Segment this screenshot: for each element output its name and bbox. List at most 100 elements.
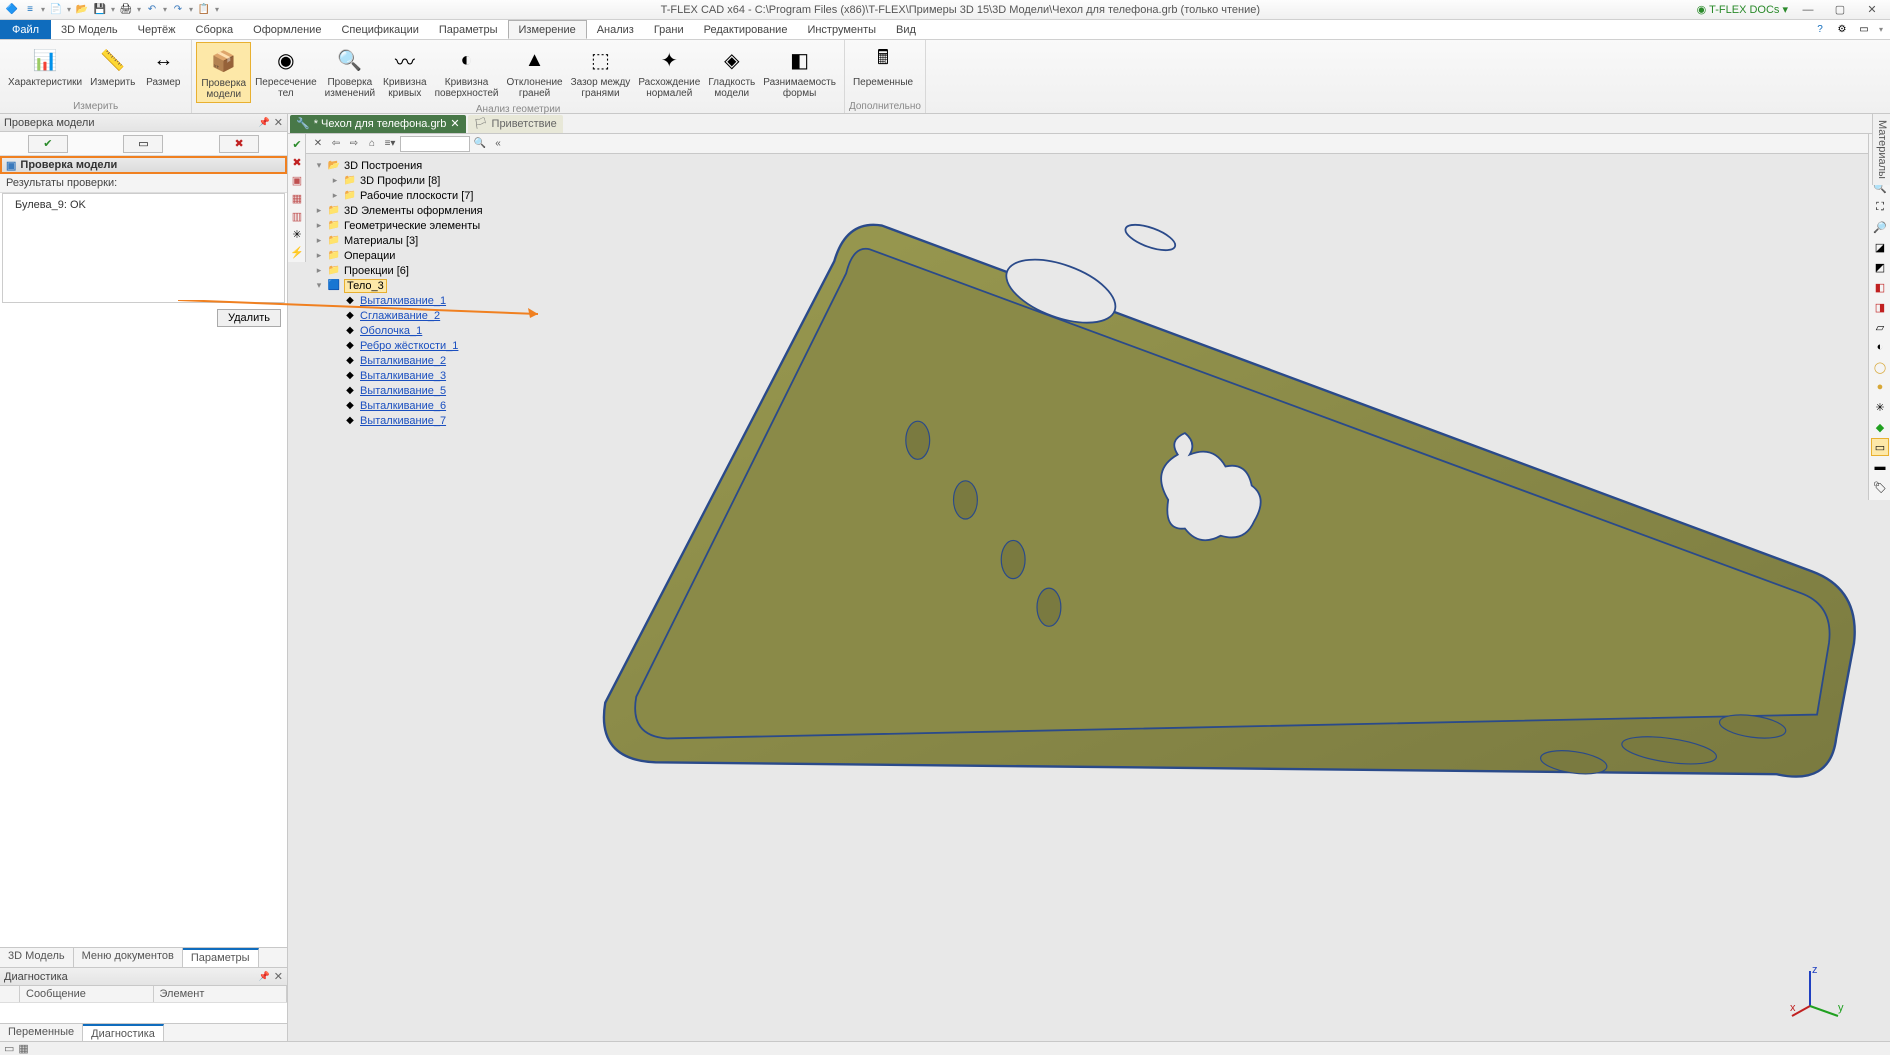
ribbon-Расхождение-нормалей[interactable]: ✦Расхождениенормалей <box>634 42 704 103</box>
search-input[interactable] <box>400 136 470 152</box>
menu-tab-4[interactable]: Спецификации <box>331 20 428 39</box>
redo-icon[interactable]: ↷ <box>170 2 186 18</box>
section-icon[interactable]: ◐ <box>1871 338 1889 356</box>
results-list[interactable]: Булева_9: OK <box>2 193 285 303</box>
doc-tab-1[interactable]: 🏳 Приветствие <box>468 115 563 133</box>
axis-triad[interactable]: z x y <box>1790 961 1850 1021</box>
box-icon[interactable]: ▣ <box>289 172 305 188</box>
close-icon[interactable]: ✕ <box>310 136 326 152</box>
tree-item[interactable]: ▸📁Геометрические элементы <box>310 218 522 233</box>
cube1-icon[interactable]: ◧ <box>1871 278 1889 296</box>
ribbon-Размер[interactable]: ↔Размер <box>139 42 187 100</box>
maximize-icon[interactable]: ▢ <box>1828 1 1852 19</box>
tree-item[interactable]: ◆Выталкивание_6 <box>310 398 522 413</box>
tree-item[interactable]: ▸📁3D Профили [8] <box>310 173 522 188</box>
preview-button[interactable]: ▭ <box>123 135 163 153</box>
ribbon-Отклонение-граней[interactable]: ▲Отклонениеграней <box>502 42 566 103</box>
open-icon[interactable]: 📂 <box>74 2 90 18</box>
tree-item[interactable]: ▸📁Рабочие плоскости [7] <box>310 188 522 203</box>
ribbon-Кривизна-кривых[interactable]: 〰Кривизнакривых <box>379 42 431 103</box>
ribbon-Характеристики[interactable]: 📊Характеристики <box>4 42 86 100</box>
plane-icon[interactable]: ▱ <box>1871 318 1889 336</box>
menu-tab-3[interactable]: Оформление <box>243 20 331 39</box>
menu-tab-2[interactable]: Сборка <box>186 20 244 39</box>
menu-icon[interactable]: ≡ <box>22 2 38 18</box>
left-tab-1[interactable]: Меню документов <box>74 948 183 967</box>
ribbon-Разнимаемость-формы[interactable]: ◧Разнимаемостьформы <box>759 42 840 103</box>
view1-icon[interactable]: ◪ <box>1871 238 1889 256</box>
zoom-fit-icon[interactable]: ⛶ <box>1871 198 1889 216</box>
status-icon2[interactable]: ▦ <box>18 1042 28 1055</box>
settings-icon[interactable]: ⚙ <box>1834 22 1850 38</box>
ribbon-Проверка-изменений[interactable]: 🔍Проверкаизменений <box>321 42 379 103</box>
back-icon[interactable]: ⇦ <box>328 136 344 152</box>
tree-item[interactable]: ▾🟦Тело_3 <box>310 278 522 293</box>
close-panel-icon[interactable]: ✕ <box>274 970 283 983</box>
tree-item[interactable]: ◆Выталкивание_7 <box>310 413 522 428</box>
delete-button[interactable]: Удалить <box>217 309 281 327</box>
viewport[interactable]: ✔ ✖ ▣ ▦ ▥ ✳ ⚡ ✕ ⇦ ⇨ ⌂ ≡▾ 🔍 « ▾📂3D Постро… <box>288 134 1890 1041</box>
print-icon[interactable]: 🖨 <box>118 2 134 18</box>
ribbon-Кривизна-поверхностей[interactable]: ◐Кривизнаповерхностей <box>431 42 503 103</box>
home-icon[interactable]: ⌂ <box>364 136 380 152</box>
file-button[interactable]: Файл <box>0 20 51 39</box>
menu-tab-11[interactable]: Вид <box>886 20 926 39</box>
menu-tab-1[interactable]: Чертёж <box>128 20 186 39</box>
app-icon[interactable]: 🔷 <box>4 2 20 18</box>
ribbon-Зазор-между-гранями[interactable]: ⬚Зазор междугранями <box>567 42 635 103</box>
status-icon[interactable]: ▭ <box>4 1042 14 1055</box>
model-tree[interactable]: ▾📂3D Построения▸📁3D Профили [8]▸📁Рабочие… <box>306 154 526 432</box>
menu-tab-8[interactable]: Грани <box>644 20 694 39</box>
tree-item[interactable]: ▾📂3D Построения <box>310 158 522 173</box>
box2-icon[interactable]: ▦ <box>289 190 305 206</box>
tree-item[interactable]: ▸📁Операции <box>310 248 522 263</box>
menu-tab-7[interactable]: Анализ <box>587 20 644 39</box>
zoom-out-icon[interactable]: 🔎 <box>1871 218 1889 236</box>
left-tab-0[interactable]: 3D Модель <box>0 948 74 967</box>
cancel-button[interactable]: ✖ <box>219 135 259 153</box>
help-icon[interactable]: ? <box>1812 22 1828 38</box>
accept-icon[interactable]: ✔ <box>289 136 305 152</box>
ribbon-Проверка-модели[interactable]: 📦Проверкамодели <box>196 42 251 103</box>
cube2-icon[interactable]: ◨ <box>1871 298 1889 316</box>
ribbon-Переменные[interactable]: 🖩Переменные <box>849 42 917 100</box>
ribbon-Измерить[interactable]: 📏Измерить <box>86 42 139 100</box>
tree-item[interactable]: ◆Ребро жёсткости_1 <box>310 338 522 353</box>
tflex-docs-button[interactable]: ◉ T-FLEX DOCs ▾ <box>1697 3 1788 16</box>
shade2-icon[interactable]: ● <box>1871 378 1889 396</box>
ok-button[interactable]: ✔ <box>28 135 68 153</box>
axis-icon[interactable]: ✳ <box>1871 398 1889 416</box>
menu-tab-5[interactable]: Параметры <box>429 20 508 39</box>
new-icon[interactable]: 📄 <box>48 2 64 18</box>
list-icon[interactable]: ≡▾ <box>382 136 398 152</box>
menu-tab-9[interactable]: Редактирование <box>694 20 798 39</box>
ribbon-Пересечение-тел[interactable]: ◉Пересечениетел <box>251 42 321 103</box>
pin-icon[interactable]: 📌 <box>259 117 270 128</box>
tree-item[interactable]: ▸📁3D Элементы оформления <box>310 203 522 218</box>
clipboard-icon[interactable]: 📋 <box>196 2 212 18</box>
ribbon-Гладкость-модели[interactable]: ◈Гладкостьмодели <box>704 42 759 103</box>
shade1-icon[interactable]: ◯ <box>1871 358 1889 376</box>
bottom-tab-0[interactable]: Переменные <box>0 1024 83 1041</box>
doc-tab-0[interactable]: 🔧 * Чехол для телефона.grb ✕ <box>290 115 466 133</box>
bottom-tab-1[interactable]: Диагностика <box>83 1024 164 1041</box>
bolt-icon[interactable]: ⚡ <box>289 244 305 260</box>
close-panel-icon[interactable]: ✕ <box>274 116 283 129</box>
tree-item[interactable]: ◆Выталкивание_3 <box>310 368 522 383</box>
result-item[interactable]: Булева_9: OK <box>7 198 280 212</box>
pick-icon[interactable]: ✳ <box>289 226 305 242</box>
fwd-icon[interactable]: ⇨ <box>346 136 362 152</box>
menu-tab-6[interactable]: Измерение <box>508 20 587 39</box>
tree-item[interactable]: ◆Сглаживание_2 <box>310 308 522 323</box>
menu-tab-0[interactable]: 3D Модель <box>51 20 128 39</box>
window-icon[interactable]: ▭ <box>1856 22 1872 38</box>
pin-icon[interactable]: 📌 <box>259 971 270 982</box>
save-icon[interactable]: 💾 <box>92 2 108 18</box>
reject-icon[interactable]: ✖ <box>289 154 305 170</box>
expand-icon[interactable]: « <box>490 136 506 152</box>
tree-item[interactable]: ▸📁Материалы [3] <box>310 233 522 248</box>
minimize-icon[interactable]: — <box>1796 1 1820 19</box>
box3-icon[interactable]: ▥ <box>289 208 305 224</box>
tree-item[interactable]: ◆Выталкивание_5 <box>310 383 522 398</box>
tree-item[interactable]: ◆Оболочка_1 <box>310 323 522 338</box>
